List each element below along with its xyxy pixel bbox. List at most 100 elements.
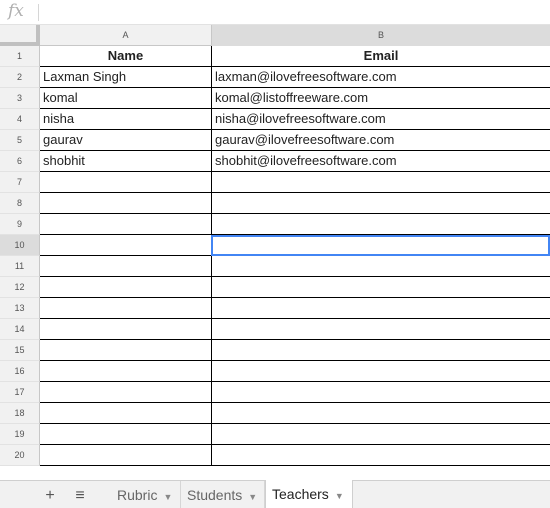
- row-number[interactable]: 1: [0, 46, 40, 67]
- table-row: 13: [0, 298, 550, 319]
- row-number[interactable]: 2: [0, 67, 40, 88]
- cell-a[interactable]: [40, 340, 212, 361]
- row-number[interactable]: 4: [0, 109, 40, 130]
- cell-a[interactable]: [40, 319, 212, 340]
- cell-a[interactable]: gaurav: [40, 130, 212, 151]
- all-sheets-menu-icon[interactable]: ≡: [70, 486, 90, 506]
- table-row: 3 komal komal@listoffreeware.com: [0, 88, 550, 109]
- cell-a[interactable]: [40, 382, 212, 403]
- row-number[interactable]: 13: [0, 298, 40, 319]
- formula-input[interactable]: [44, 3, 544, 22]
- row-number[interactable]: 14: [0, 319, 40, 340]
- cell-a[interactable]: Name: [40, 46, 212, 67]
- chevron-down-icon[interactable]: ▼: [248, 492, 257, 502]
- table-row: 18: [0, 403, 550, 424]
- row-number[interactable]: 12: [0, 277, 40, 298]
- row-number[interactable]: 18: [0, 403, 40, 424]
- row-number[interactable]: 20: [0, 445, 40, 466]
- cell-b[interactable]: [212, 193, 550, 214]
- cell-b[interactable]: [212, 172, 550, 193]
- table-row: 16: [0, 361, 550, 382]
- formula-bar: fx: [0, 0, 550, 25]
- cell-b[interactable]: [212, 340, 550, 361]
- cell-a[interactable]: [40, 403, 212, 424]
- sheet-tab-rubric[interactable]: Rubric ▼: [111, 481, 181, 508]
- table-row: 15: [0, 340, 550, 361]
- fx-icon: fx: [8, 1, 24, 21]
- column-header-row: A B: [0, 25, 550, 46]
- table-row: 14: [0, 319, 550, 340]
- row-number[interactable]: 9: [0, 214, 40, 235]
- cell-b[interactable]: [212, 277, 550, 298]
- cell-b[interactable]: [212, 361, 550, 382]
- row-number[interactable]: 10: [0, 235, 40, 256]
- table-row: 7: [0, 172, 550, 193]
- row-number[interactable]: 8: [0, 193, 40, 214]
- cell-b[interactable]: [212, 445, 550, 466]
- add-sheet-button[interactable]: +: [40, 486, 60, 506]
- cell-b[interactable]: komal@listoffreeware.com: [212, 88, 550, 109]
- cell-a[interactable]: [40, 277, 212, 298]
- table-row: 10: [0, 235, 550, 256]
- sheet-tab-label: Teachers: [272, 486, 329, 502]
- row-number[interactable]: 16: [0, 361, 40, 382]
- cell-b[interactable]: [212, 256, 550, 277]
- table-row: 2 Laxman Singh laxman@ilovefreesoftware.co…: [0, 67, 550, 88]
- cell-a[interactable]: shobhit: [40, 151, 212, 172]
- column-header-a[interactable]: A: [40, 25, 212, 46]
- cell-b[interactable]: [212, 382, 550, 403]
- cell-a[interactable]: [40, 193, 212, 214]
- table-row: 9: [0, 214, 550, 235]
- row-number[interactable]: 15: [0, 340, 40, 361]
- column-header-b[interactable]: B: [212, 25, 550, 46]
- chevron-down-icon[interactable]: ▼: [163, 492, 172, 502]
- cell-b[interactable]: [212, 214, 550, 235]
- row-number[interactable]: 5: [0, 130, 40, 151]
- table-row: 6 shobhit shobhit@ilovefreesoftware.com: [0, 151, 550, 172]
- cell-a[interactable]: [40, 172, 212, 193]
- selected-cell-outline: [211, 235, 550, 256]
- table-row: 11: [0, 256, 550, 277]
- row-number[interactable]: 7: [0, 172, 40, 193]
- table-row: 17: [0, 382, 550, 403]
- cell-b[interactable]: [212, 319, 550, 340]
- table-row: 12: [0, 277, 550, 298]
- cell-b[interactable]: Email: [212, 46, 550, 67]
- row-number[interactable]: 3: [0, 88, 40, 109]
- table-row: 8: [0, 193, 550, 214]
- cell-b[interactable]: [212, 403, 550, 424]
- table-row: 4 nisha nisha@ilovefreesoftware.com: [0, 109, 550, 130]
- formula-separator: [38, 4, 39, 21]
- row-number[interactable]: 11: [0, 256, 40, 277]
- sheet-tab-label: Students: [187, 487, 243, 503]
- cell-a[interactable]: [40, 298, 212, 319]
- cell-a[interactable]: [40, 235, 212, 256]
- sheet-tab-label: Rubric: [117, 487, 158, 503]
- select-all-corner[interactable]: [0, 25, 40, 46]
- row-number[interactable]: 6: [0, 151, 40, 172]
- cell-a[interactable]: [40, 424, 212, 445]
- cell-b[interactable]: laxman@ilovefreesoftware.com: [212, 67, 550, 88]
- cell-b[interactable]: [212, 298, 550, 319]
- cell-a[interactable]: Laxman Singh: [40, 67, 212, 88]
- table-row: 20: [0, 445, 550, 466]
- table-row: 5 gaurav gaurav@ilovefreesoftware.com: [0, 130, 550, 151]
- cell-a[interactable]: [40, 361, 212, 382]
- cell-b[interactable]: shobhit@ilovefreesoftware.com: [212, 151, 550, 172]
- cell-a[interactable]: [40, 445, 212, 466]
- cell-b[interactable]: nisha@ilovefreesoftware.com: [212, 109, 550, 130]
- cell-a[interactable]: komal: [40, 88, 212, 109]
- row-number[interactable]: 19: [0, 424, 40, 445]
- cell-a[interactable]: [40, 214, 212, 235]
- row-number[interactable]: 17: [0, 382, 40, 403]
- sheet-tab-teachers[interactable]: Teachers ▼: [265, 480, 353, 508]
- sheet-tab-bar: + ≡ Rubric ▼ Students ▼ Teachers ▼: [0, 480, 550, 508]
- cell-b[interactable]: gaurav@ilovefreesoftware.com: [212, 130, 550, 151]
- table-row: 1 Name Email: [0, 46, 550, 67]
- sheet-tab-students[interactable]: Students ▼: [181, 481, 265, 508]
- cell-a[interactable]: nisha: [40, 109, 212, 130]
- table-row: 19: [0, 424, 550, 445]
- chevron-down-icon[interactable]: ▼: [335, 491, 344, 501]
- cell-a[interactable]: [40, 256, 212, 277]
- cell-b[interactable]: [212, 424, 550, 445]
